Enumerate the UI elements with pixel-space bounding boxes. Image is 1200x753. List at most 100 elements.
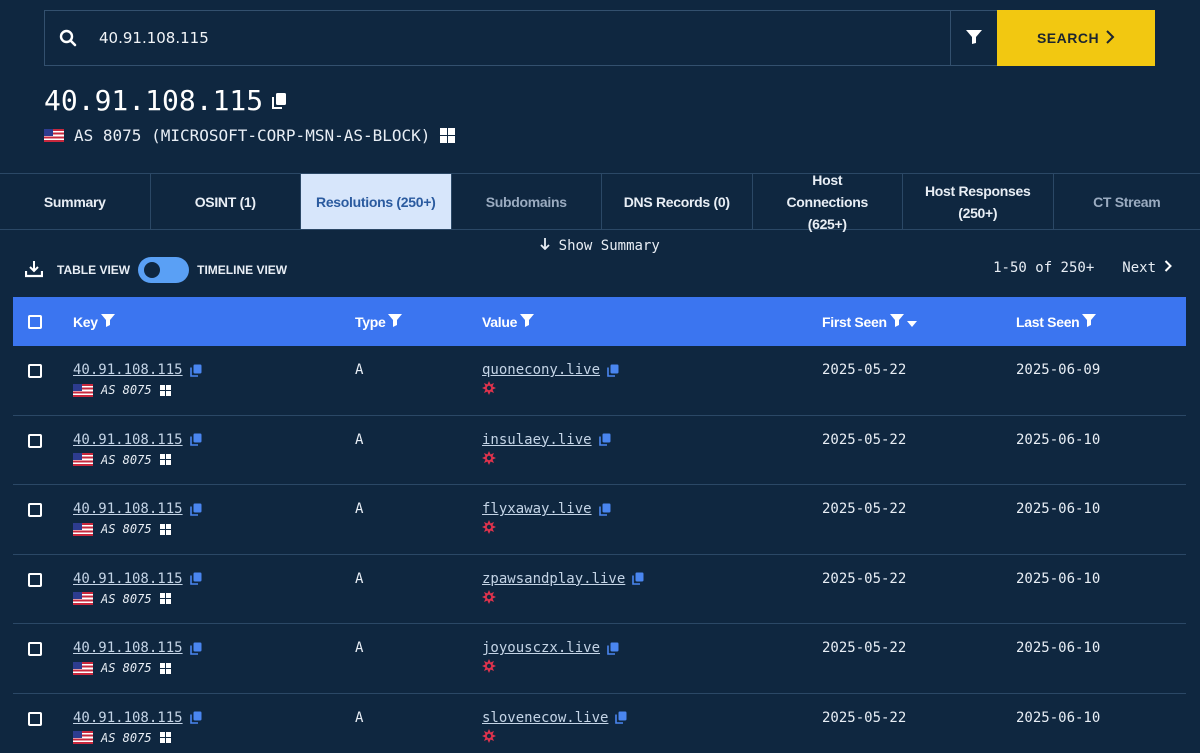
copy-icon[interactable] (607, 364, 619, 377)
filter-icon (965, 29, 983, 48)
copy-icon[interactable] (271, 92, 287, 110)
copy-icon[interactable] (189, 503, 202, 516)
row-last-seen: 2025-06-10 (1016, 501, 1101, 518)
next-label: Next (1122, 260, 1156, 276)
show-summary-label: Show Summary (558, 238, 660, 254)
copy-icon[interactable] (189, 711, 202, 725)
select-all-checkbox[interactable] (28, 314, 42, 329)
tab-host-connections[interactable]: Host Connections (625+) (753, 172, 903, 232)
row-checkbox[interactable] (28, 642, 42, 657)
malicious-icon (482, 659, 496, 677)
row-first-seen: 2025-05-22 (822, 431, 907, 448)
table-row: 40.91.108.115 AS 8075 A slovenecow.live … (13, 694, 1186, 753)
search-button[interactable]: SEARCH (997, 10, 1155, 66)
filter-button[interactable] (951, 11, 997, 65)
table-row: 40.91.108.115 AS 8075 A insulaey.live 20… (13, 416, 1186, 486)
copy-icon[interactable] (189, 364, 202, 377)
row-asn-text: AS 8075 (101, 452, 152, 467)
microsoft-logo-icon (159, 384, 171, 396)
microsoft-logo-icon (440, 128, 456, 143)
filter-icon[interactable] (388, 313, 403, 330)
copy-icon[interactable] (615, 711, 627, 725)
sort-desc-icon[interactable] (906, 314, 917, 330)
row-checkbox[interactable] (28, 364, 42, 378)
column-key[interactable]: Key (73, 313, 115, 330)
row-asn: AS 8075 (73, 592, 171, 606)
row-value-link[interactable]: insulaey.live (482, 432, 592, 448)
microsoft-logo-icon (159, 523, 171, 535)
tab-osint[interactable]: OSINT (1) (151, 174, 301, 229)
tab-summary[interactable]: Summary (0, 174, 151, 229)
column-first-seen[interactable]: First Seen (822, 313, 917, 330)
row-checkbox[interactable] (28, 572, 42, 587)
row-first-seen: 2025-05-22 (822, 501, 907, 518)
row-last-seen: 2025-06-10 (1016, 431, 1101, 448)
copy-icon[interactable] (598, 503, 611, 516)
tab-host-responses[interactable]: Host Responses (250+) (903, 174, 1054, 229)
row-key-link[interactable]: 40.91.108.115 (73, 640, 183, 656)
row-checkbox[interactable] (28, 711, 42, 726)
microsoft-logo-icon (159, 593, 171, 605)
row-last-seen: 2025-06-10 (1016, 709, 1101, 726)
show-summary-toggle[interactable]: Show Summary (0, 238, 1200, 254)
row-type: A (355, 570, 364, 587)
table-row: 40.91.108.115 AS 8075 A quonecony.live 2… (13, 346, 1186, 416)
column-last-seen[interactable]: Last Seen (1016, 313, 1097, 330)
row-key-link[interactable]: 40.91.108.115 (73, 571, 183, 587)
resolutions-table: Key Type Value First Seen Last Seen 40.9… (13, 297, 1186, 753)
row-checkbox[interactable] (28, 503, 42, 518)
microsoft-logo-icon (159, 662, 171, 674)
copy-icon[interactable] (189, 572, 202, 586)
view-toggle[interactable] (138, 257, 190, 283)
copy-icon[interactable] (607, 642, 619, 655)
flag-us-icon (44, 129, 64, 142)
row-first-seen: 2025-05-22 (822, 640, 907, 657)
row-key-link[interactable]: 40.91.108.115 (73, 710, 183, 726)
search-input[interactable] (91, 11, 951, 65)
filter-icon[interactable] (889, 313, 904, 330)
row-value-link[interactable]: flyxaway.live (482, 501, 592, 517)
row-type: A (355, 501, 364, 518)
table-row: 40.91.108.115 AS 8075 A joyousczx.live 2… (13, 624, 1186, 694)
row-checkbox[interactable] (28, 433, 42, 448)
copy-icon[interactable] (189, 642, 202, 655)
row-key-link[interactable]: 40.91.108.115 (73, 432, 183, 448)
column-value[interactable]: Value (482, 313, 535, 330)
flag-us-icon (73, 661, 93, 675)
next-page-button[interactable]: Next (1122, 260, 1172, 276)
row-type: A (355, 362, 364, 378)
malicious-icon (482, 520, 496, 538)
row-asn-text: AS 8075 (101, 591, 152, 606)
filter-icon[interactable] (520, 313, 535, 330)
row-asn: AS 8075 (73, 731, 171, 745)
row-key-link[interactable]: 40.91.108.115 (73, 362, 183, 378)
tab-subdomains[interactable]: Subdomains (452, 174, 602, 229)
row-value-link[interactable]: slovenecow.live (482, 710, 608, 726)
column-type-label: Type (355, 313, 386, 330)
row-type: A (355, 709, 364, 726)
malicious-icon (482, 381, 496, 399)
as-info: AS 8075 (MICROSOFT-CORP-MSN-AS-BLOCK) (44, 126, 456, 145)
row-asn: AS 8075 (73, 453, 171, 467)
row-value-link[interactable]: zpawsandplay.live (482, 571, 625, 587)
row-last-seen: 2025-06-10 (1016, 640, 1101, 657)
tab-ct-stream[interactable]: CT Stream (1054, 174, 1200, 229)
page-range: 1-50 of 250+ (993, 260, 1095, 276)
download-icon[interactable] (24, 260, 44, 281)
search-icon (45, 11, 91, 65)
filter-icon[interactable] (100, 313, 115, 330)
row-value-link[interactable]: joyousczx.live (482, 640, 600, 656)
tab-resolutions[interactable]: Resolutions (250+) (301, 174, 452, 229)
filter-icon[interactable] (1082, 313, 1097, 330)
copy-icon[interactable] (632, 572, 644, 586)
copy-icon[interactable] (189, 433, 202, 446)
column-type[interactable]: Type (355, 313, 403, 330)
row-first-seen: 2025-05-22 (822, 362, 907, 378)
copy-icon[interactable] (598, 433, 611, 446)
table-row: 40.91.108.115 AS 8075 A zpawsandplay.liv… (13, 555, 1186, 625)
column-first-seen-label: First Seen (822, 313, 887, 330)
tab-dns-records[interactable]: DNS Records (0) (602, 174, 753, 229)
row-last-seen: 2025-06-09 (1016, 362, 1101, 378)
row-key-link[interactable]: 40.91.108.115 (73, 501, 183, 517)
row-value-link[interactable]: quonecony.live (482, 362, 600, 378)
